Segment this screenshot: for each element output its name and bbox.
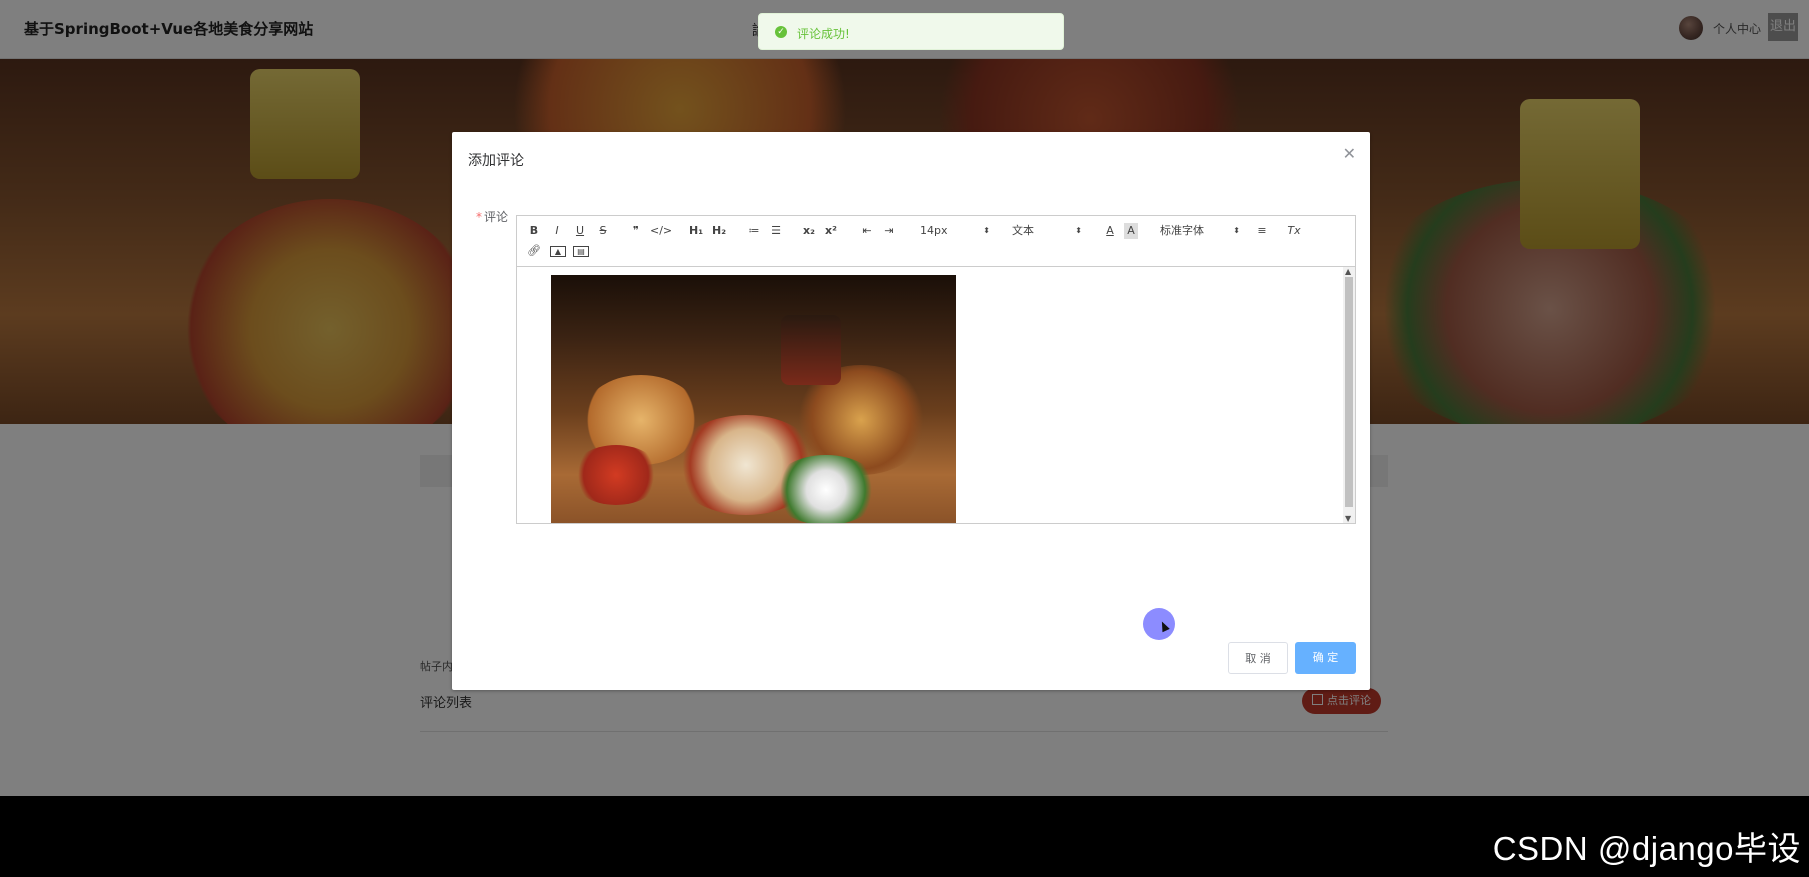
success-toast: ✓ 评论成功! [758,13,1064,50]
scroll-down-icon[interactable]: ▼ [1345,514,1351,523]
clean-format-button[interactable]: Tx [1286,223,1302,239]
font-color-icon[interactable]: A [1103,223,1117,239]
underline-button[interactable]: U [573,223,587,239]
image-dish [771,455,881,523]
dialog-title: 添加评论 [468,153,524,169]
inserted-food-image [551,275,956,523]
select-arrows-icon: ⬍ [983,226,990,235]
font-size-select[interactable]: 14px ⬍ [920,223,990,239]
close-icon[interactable]: ✕ [1343,144,1356,163]
cancel-button[interactable]: 取 消 [1228,642,1288,674]
header-format-select[interactable]: 文本 ⬍ [1012,223,1082,239]
editor-toolbar: B I U S ❞ </> H₁ H₂ ≔ ☰ x₂ x² ⇤ ⇥ 14px ⬍ [517,216,1355,267]
check-circle-icon: ✓ [775,26,787,38]
background-color-icon[interactable]: A [1124,223,1138,239]
outdent-button[interactable]: ⇤ [859,223,875,239]
watermark: CSDN @django毕设 [1492,830,1801,867]
blockquote-button[interactable]: ❞ [629,223,643,239]
confirm-button[interactable]: 确 定 [1295,642,1356,674]
scrollbar-thumb[interactable] [1345,277,1353,507]
italic-button[interactable]: I [550,223,564,239]
required-mark: * [476,210,482,224]
bold-button[interactable]: B [527,223,541,239]
rich-text-editor[interactable]: B I U S ❞ </> H₁ H₂ ≔ ☰ x₂ x² ⇤ ⇥ 14px ⬍ [516,215,1356,524]
font-size-value: 14px [920,224,948,237]
h1-button[interactable]: H₁ [687,223,705,239]
comment-label-text: 评论 [484,210,509,224]
select-arrows-icon: ⬍ [1233,226,1240,235]
select-arrows-icon: ⬍ [1075,226,1082,235]
scroll-up-icon[interactable]: ▲ [1345,267,1351,276]
strike-button[interactable]: S [596,223,610,239]
code-block-button[interactable]: </> [650,223,672,239]
comment-field-label: * 评论 [476,208,508,225]
ordered-list-button[interactable]: ≔ [746,223,762,239]
bullet-list-button[interactable]: ☰ [768,223,784,239]
image-dish [781,315,841,385]
toast-message: 评论成功! [797,27,850,41]
add-comment-dialog: 添加评论 ✕ * 评论 B I U S ❞ </> H₁ H₂ ≔ ☰ x₂ x²… [452,132,1370,690]
font-family-select[interactable]: 标准字体 ⬍ [1160,223,1240,239]
page: 基于SpringBoot+Vue各地美食分享网站 論 个人中心 退出 帖子内 评… [0,0,1809,877]
font-family-value: 标准字体 [1160,224,1204,237]
subscript-button[interactable]: x₂ [801,223,817,239]
editor-scrollbar[interactable]: ▲ ▼ [1343,267,1355,523]
link-icon[interactable]: 🔗︎ [527,243,541,259]
header-format-value: 文本 [1012,224,1034,237]
image-dish [571,445,661,505]
superscript-button[interactable]: x² [823,223,839,239]
indent-button[interactable]: ⇥ [881,223,897,239]
video-icon[interactable]: ▤ [573,246,589,257]
h2-button[interactable]: H₂ [710,223,728,239]
editor-content[interactable]: ▲ ▼ [517,267,1355,523]
align-button[interactable]: ≡ [1254,223,1270,239]
image-icon[interactable]: ▲ [550,246,566,257]
